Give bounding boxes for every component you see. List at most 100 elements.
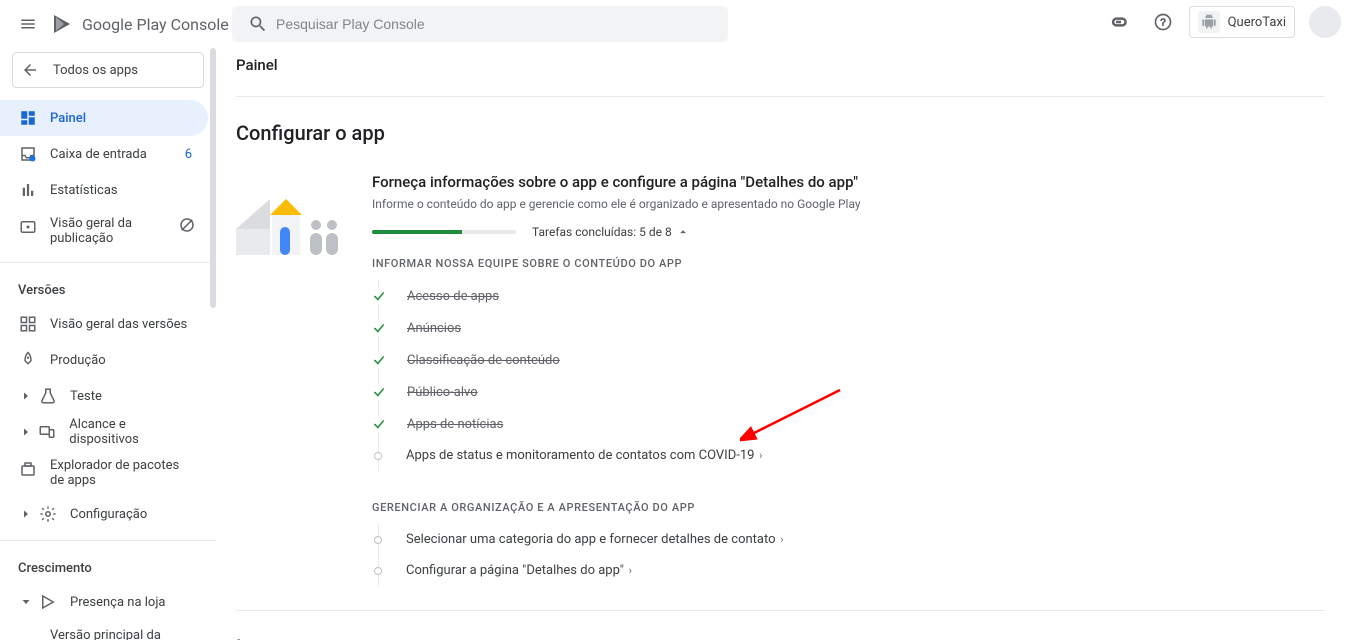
- task-row[interactable]: Apps de notícias: [371, 408, 1325, 440]
- chevron-up-icon: [676, 225, 690, 239]
- sidebar-scrollbar[interactable]: [210, 48, 216, 308]
- setup-card-title: Forneça informações sobre o app e config…: [372, 173, 1325, 191]
- chevron-right-icon: [18, 390, 34, 402]
- search-icon: [248, 14, 268, 34]
- app-selector-name: QueroTaxi: [1228, 15, 1286, 30]
- sidebar-item-reach[interactable]: Alcance e dispositivos: [0, 414, 208, 450]
- task-group-content: INFORMAR NOSSA EQUIPE SOBRE O CONTEÚDO D…: [372, 257, 1325, 270]
- task-label: Classificação de conteúdo: [407, 353, 560, 368]
- play-console-icon: [50, 12, 74, 36]
- task-label: Configurar a página "Detalhes do app" ›: [406, 563, 632, 578]
- versions-overview-icon: [18, 314, 38, 334]
- configure-app-heading: Configurar o app: [236, 121, 1325, 145]
- rocket-icon: [18, 350, 38, 370]
- divider: [236, 96, 1325, 97]
- task-row[interactable]: Anúncios: [371, 312, 1325, 344]
- help-icon: ?: [1153, 12, 1173, 32]
- logo-text: Google Play Console: [82, 15, 229, 34]
- check-icon: [371, 352, 387, 368]
- sidebar-item-label: Painel: [50, 111, 86, 126]
- inbox-icon: [18, 144, 38, 164]
- stats-icon: [18, 180, 38, 200]
- main-content: Painel Configurar o app Forneça inform: [216, 48, 1349, 640]
- sidebar-item-label: Estatísticas: [50, 183, 118, 198]
- sidebar-item-label: Alcance e dispositivos: [69, 417, 196, 447]
- svg-text:?: ?: [1160, 17, 1166, 28]
- task-group-presentation: GERENCIAR A ORGANIZAÇÃO E A APRESENTAÇÃO…: [372, 501, 1325, 514]
- check-icon: [371, 320, 387, 336]
- task-label: Acesso de apps: [407, 289, 499, 304]
- chevron-right-icon: [18, 426, 34, 438]
- task-label: Público-alvo: [407, 385, 478, 400]
- sidebar-item-painel[interactable]: Painel: [0, 100, 208, 136]
- sidebar-item-configuration[interactable]: Configuração: [0, 496, 208, 532]
- sidebar-item-stats[interactable]: Estatísticas: [0, 172, 208, 208]
- arrow-left-icon: [21, 61, 39, 79]
- app-selector[interactable]: QueroTaxi: [1189, 6, 1295, 38]
- progress-text: Tarefas concluídas: 5 de 8: [532, 225, 672, 239]
- task-label: Apps de status e monitoramento de contat…: [406, 448, 762, 463]
- circle-icon: [374, 452, 382, 460]
- task-row[interactable]: Público-alvo: [371, 376, 1325, 408]
- sidebar-item-label: Configuração: [70, 507, 147, 522]
- sidebar-item-label: Visão geral das versões: [50, 317, 187, 332]
- bundle-icon: [18, 459, 38, 479]
- page-title: Painel: [236, 56, 1325, 74]
- setup-card-description: Informe o conteúdo do app e gerencie com…: [372, 197, 1325, 211]
- sidebar-item-label: Caixa de entrada: [50, 147, 147, 162]
- progress-toggle[interactable]: Tarefas concluídas: 5 de 8: [532, 225, 690, 239]
- task-label: Apps de notícias: [407, 417, 503, 432]
- task-label: Selecionar uma categoria do app e fornec…: [406, 532, 784, 547]
- android-icon: [1198, 11, 1220, 33]
- back-all-apps-button[interactable]: Todos os apps: [12, 52, 204, 88]
- circle-icon: [374, 567, 382, 575]
- sidebar-section-growth: Crescimento: [0, 549, 216, 584]
- logo[interactable]: Google Play Console: [50, 12, 229, 36]
- link-button[interactable]: [1101, 4, 1137, 40]
- sidebar-item-publishing-overview[interactable]: Visão geral da publicação: [0, 208, 208, 254]
- help-button[interactable]: ?: [1145, 4, 1181, 40]
- user-avatar[interactable]: [1309, 6, 1341, 38]
- inbox-badge: 6: [185, 147, 192, 162]
- task-row[interactable]: Selecionar uma categoria do app e fornec…: [371, 524, 1325, 555]
- sidebar-item-versions-overview[interactable]: Visão geral das versões: [0, 306, 208, 342]
- sidebar-item-production[interactable]: Produção: [0, 342, 208, 378]
- flask-icon: [38, 386, 58, 406]
- sidebar-item-label: Produção: [50, 353, 106, 368]
- task-label: Anúncios: [407, 321, 461, 336]
- hamburger-menu-button[interactable]: [8, 4, 48, 44]
- sidebar: Todos os apps Painel Caixa de entrada 6 …: [0, 48, 216, 640]
- chevron-down-icon: [18, 596, 34, 608]
- search-input[interactable]: [276, 16, 720, 32]
- task-row[interactable]: Classificação de conteúdo: [371, 344, 1325, 376]
- header-actions: ? QueroTaxi: [1101, 4, 1341, 40]
- gear-icon: [38, 504, 58, 524]
- sidebar-section-versions: Versões: [0, 271, 216, 306]
- back-all-apps-label: Todos os apps: [53, 63, 138, 78]
- launch-app-heading: Lançar o app: [236, 635, 1325, 640]
- sidebar-item-label: Visão geral da publicação: [50, 216, 160, 246]
- task-row[interactable]: Configurar a página "Detalhes do app" ›: [371, 555, 1325, 586]
- check-icon: [371, 416, 387, 432]
- devices-icon: [38, 422, 58, 442]
- check-icon: [371, 384, 387, 400]
- sidebar-item-testing[interactable]: Teste: [0, 378, 208, 414]
- sidebar-item-label: Explorador de pacotes de apps: [50, 458, 190, 488]
- publishing-icon: [18, 217, 38, 237]
- chevron-right-icon: [18, 508, 34, 520]
- sidebar-item-label: Teste: [70, 389, 102, 404]
- sidebar-item-inbox[interactable]: Caixa de entrada 6: [0, 136, 208, 172]
- app-header: Google Play Console ? QueroTaxi: [0, 0, 1349, 48]
- progress-bar: [372, 230, 516, 234]
- task-row-covid[interactable]: Apps de status e monitoramento de contat…: [371, 440, 1325, 471]
- sidebar-item-main-listing[interactable]: Versão principal da página "Detalhes do …: [0, 620, 208, 640]
- sidebar-item-label: Presença na loja: [70, 595, 166, 610]
- sidebar-item-bundle-explorer[interactable]: Explorador de pacotes de apps: [0, 450, 208, 496]
- task-row[interactable]: Acesso de apps: [371, 280, 1325, 312]
- link-icon: [1109, 12, 1129, 32]
- setup-illustration: [236, 175, 352, 255]
- search-box[interactable]: [232, 6, 728, 42]
- sidebar-item-store-presence[interactable]: Presença na loja: [0, 584, 208, 620]
- divider: [236, 610, 1325, 611]
- sidebar-item-label: Versão principal da página "Detalhes do …: [50, 628, 196, 640]
